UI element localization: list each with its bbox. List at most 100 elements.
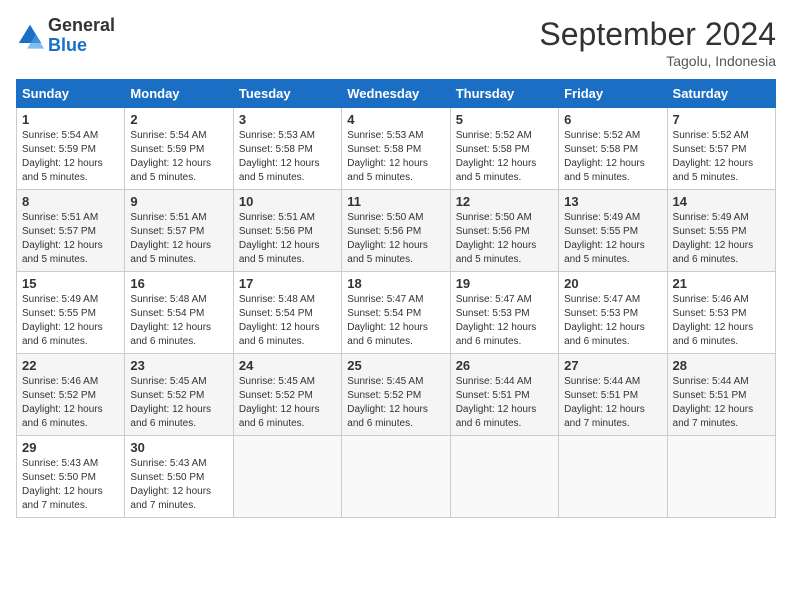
calendar-cell: 13 Sunrise: 5:49 AM Sunset: 5:55 PM Dayli… bbox=[559, 190, 667, 272]
day-number: 3 bbox=[239, 112, 336, 127]
calendar-cell: 21Sunrise: 5:46 AM Sunset: 5:53 PM Dayli… bbox=[667, 272, 775, 354]
calendar-cell: 18 Sunrise: 5:47 AM Sunset: 5:54 PM Dayli… bbox=[342, 272, 450, 354]
header-sunday: Sunday bbox=[17, 80, 125, 108]
calendar-cell: 24 Sunrise: 5:45 AM Sunset: 5:52 PM Dayli… bbox=[233, 354, 341, 436]
day-number: 17 bbox=[239, 276, 336, 291]
day-info: Sunrise: 5:51 AM Sunset: 5:56 PM Dayligh… bbox=[239, 211, 336, 267]
calendar-cell: 5Sunrise: 5:52 AM Sunset: 5:58 PM Daylig… bbox=[450, 108, 558, 190]
calendar-week-row: 29 Sunrise: 5:43 AM Sunset: 5:50 PM Dayli… bbox=[17, 436, 776, 518]
header-saturday: Saturday bbox=[667, 80, 775, 108]
header-wednesday: Wednesday bbox=[342, 80, 450, 108]
day-info: Sunrise: 5:45 AM Sunset: 5:52 PM Dayligh… bbox=[347, 375, 444, 431]
calendar-cell: 23 Sunrise: 5:45 AM Sunset: 5:52 PM Dayli… bbox=[125, 354, 233, 436]
calendar-cell: 6Sunrise: 5:52 AM Sunset: 5:58 PM Daylig… bbox=[559, 108, 667, 190]
calendar-cell bbox=[667, 436, 775, 518]
header-friday: Friday bbox=[559, 80, 667, 108]
month-title: September 2024 bbox=[539, 16, 776, 53]
calendar-cell: 2Sunrise: 5:54 AM Sunset: 5:59 PM Daylig… bbox=[125, 108, 233, 190]
page-header: General Blue September 2024 Tagolu, Indo… bbox=[16, 16, 776, 69]
calendar-cell: 20Sunrise: 5:47 AM Sunset: 5:53 PM Dayli… bbox=[559, 272, 667, 354]
day-info: Sunrise: 5:47 AM Sunset: 5:53 PM Dayligh… bbox=[456, 293, 553, 349]
day-info: Sunrise: 5:54 AM Sunset: 5:59 PM Dayligh… bbox=[130, 129, 227, 185]
day-number: 27 bbox=[564, 358, 661, 373]
day-info: Sunrise: 5:49 AM Sunset: 5:55 PM Dayligh… bbox=[564, 211, 661, 267]
calendar-table: Sunday Monday Tuesday Wednesday Thursday… bbox=[16, 79, 776, 518]
day-info: Sunrise: 5:53 AM Sunset: 5:58 PM Dayligh… bbox=[239, 129, 336, 185]
calendar-cell: 16 Sunrise: 5:48 AM Sunset: 5:54 PM Dayli… bbox=[125, 272, 233, 354]
calendar-cell: 11 Sunrise: 5:50 AM Sunset: 5:56 PM Dayli… bbox=[342, 190, 450, 272]
day-number: 30 bbox=[130, 440, 227, 455]
calendar-cell: 22 Sunrise: 5:46 AM Sunset: 5:52 PM Dayli… bbox=[17, 354, 125, 436]
day-number: 1 bbox=[22, 112, 119, 127]
day-number: 23 bbox=[130, 358, 227, 373]
title-area: September 2024 Tagolu, Indonesia bbox=[539, 16, 776, 69]
calendar-week-row: 22 Sunrise: 5:46 AM Sunset: 5:52 PM Dayli… bbox=[17, 354, 776, 436]
calendar-week-row: 8Sunrise: 5:51 AM Sunset: 5:57 PM Daylig… bbox=[17, 190, 776, 272]
calendar-cell: 14 Sunrise: 5:49 AM Sunset: 5:55 PM Dayli… bbox=[667, 190, 775, 272]
calendar-cell: 9Sunrise: 5:51 AM Sunset: 5:57 PM Daylig… bbox=[125, 190, 233, 272]
calendar-cell: 28 Sunrise: 5:44 AM Sunset: 5:51 PM Dayli… bbox=[667, 354, 775, 436]
location-title: Tagolu, Indonesia bbox=[539, 53, 776, 69]
calendar-cell: 19 Sunrise: 5:47 AM Sunset: 5:53 PM Dayli… bbox=[450, 272, 558, 354]
calendar-cell: 3 Sunrise: 5:53 AM Sunset: 5:58 PM Daylig… bbox=[233, 108, 341, 190]
day-number: 13 bbox=[564, 194, 661, 209]
calendar-cell: 29 Sunrise: 5:43 AM Sunset: 5:50 PM Dayli… bbox=[17, 436, 125, 518]
day-info: Sunrise: 5:48 AM Sunset: 5:54 PM Dayligh… bbox=[239, 293, 336, 349]
day-number: 16 bbox=[130, 276, 227, 291]
calendar-cell: 4Sunrise: 5:53 AM Sunset: 5:58 PM Daylig… bbox=[342, 108, 450, 190]
day-info: Sunrise: 5:43 AM Sunset: 5:50 PM Dayligh… bbox=[22, 457, 119, 513]
logo: General Blue bbox=[16, 16, 115, 56]
logo-text: General Blue bbox=[48, 16, 115, 56]
calendar-cell: 10 Sunrise: 5:51 AM Sunset: 5:56 PM Dayli… bbox=[233, 190, 341, 272]
day-info: Sunrise: 5:49 AM Sunset: 5:55 PM Dayligh… bbox=[673, 211, 770, 267]
day-info: Sunrise: 5:46 AM Sunset: 5:52 PM Dayligh… bbox=[22, 375, 119, 431]
day-number: 24 bbox=[239, 358, 336, 373]
day-info: Sunrise: 5:48 AM Sunset: 5:54 PM Dayligh… bbox=[130, 293, 227, 349]
day-info: Sunrise: 5:54 AM Sunset: 5:59 PM Dayligh… bbox=[22, 129, 119, 185]
day-number: 18 bbox=[347, 276, 444, 291]
day-info: Sunrise: 5:52 AM Sunset: 5:57 PM Dayligh… bbox=[673, 129, 770, 185]
day-info: Sunrise: 5:52 AM Sunset: 5:58 PM Dayligh… bbox=[564, 129, 661, 185]
day-number: 11 bbox=[347, 194, 444, 209]
header-thursday: Thursday bbox=[450, 80, 558, 108]
day-info: Sunrise: 5:44 AM Sunset: 5:51 PM Dayligh… bbox=[456, 375, 553, 431]
day-info: Sunrise: 5:45 AM Sunset: 5:52 PM Dayligh… bbox=[130, 375, 227, 431]
calendar-cell bbox=[450, 436, 558, 518]
day-number: 19 bbox=[456, 276, 553, 291]
day-info: Sunrise: 5:53 AM Sunset: 5:58 PM Dayligh… bbox=[347, 129, 444, 185]
calendar-cell: 8Sunrise: 5:51 AM Sunset: 5:57 PM Daylig… bbox=[17, 190, 125, 272]
calendar-cell: 25 Sunrise: 5:45 AM Sunset: 5:52 PM Dayli… bbox=[342, 354, 450, 436]
calendar-cell: 7Sunrise: 5:52 AM Sunset: 5:57 PM Daylig… bbox=[667, 108, 775, 190]
day-number: 14 bbox=[673, 194, 770, 209]
day-info: Sunrise: 5:44 AM Sunset: 5:51 PM Dayligh… bbox=[673, 375, 770, 431]
calendar-cell: 27 Sunrise: 5:44 AM Sunset: 5:51 PM Dayli… bbox=[559, 354, 667, 436]
calendar-cell: 26 Sunrise: 5:44 AM Sunset: 5:51 PM Dayli… bbox=[450, 354, 558, 436]
day-number: 8 bbox=[22, 194, 119, 209]
day-info: Sunrise: 5:47 AM Sunset: 5:54 PM Dayligh… bbox=[347, 293, 444, 349]
logo-blue-label: Blue bbox=[48, 36, 115, 56]
day-number: 9 bbox=[130, 194, 227, 209]
header-tuesday: Tuesday bbox=[233, 80, 341, 108]
day-number: 25 bbox=[347, 358, 444, 373]
day-number: 15 bbox=[22, 276, 119, 291]
calendar-cell: 30 Sunrise: 5:43 AM Sunset: 5:50 PM Dayli… bbox=[125, 436, 233, 518]
day-number: 10 bbox=[239, 194, 336, 209]
day-number: 21 bbox=[673, 276, 770, 291]
calendar-header-row: Sunday Monday Tuesday Wednesday Thursday… bbox=[17, 80, 776, 108]
day-info: Sunrise: 5:50 AM Sunset: 5:56 PM Dayligh… bbox=[456, 211, 553, 267]
day-info: Sunrise: 5:52 AM Sunset: 5:58 PM Dayligh… bbox=[456, 129, 553, 185]
day-number: 22 bbox=[22, 358, 119, 373]
day-number: 29 bbox=[22, 440, 119, 455]
day-number: 28 bbox=[673, 358, 770, 373]
day-number: 26 bbox=[456, 358, 553, 373]
day-number: 20 bbox=[564, 276, 661, 291]
day-info: Sunrise: 5:49 AM Sunset: 5:55 PM Dayligh… bbox=[22, 293, 119, 349]
day-info: Sunrise: 5:45 AM Sunset: 5:52 PM Dayligh… bbox=[239, 375, 336, 431]
calendar-cell bbox=[559, 436, 667, 518]
day-info: Sunrise: 5:44 AM Sunset: 5:51 PM Dayligh… bbox=[564, 375, 661, 431]
logo-icon bbox=[16, 22, 44, 50]
day-info: Sunrise: 5:43 AM Sunset: 5:50 PM Dayligh… bbox=[130, 457, 227, 513]
calendar-week-row: 1 Sunrise: 5:54 AM Sunset: 5:59 PM Daylig… bbox=[17, 108, 776, 190]
header-monday: Monday bbox=[125, 80, 233, 108]
day-info: Sunrise: 5:50 AM Sunset: 5:56 PM Dayligh… bbox=[347, 211, 444, 267]
